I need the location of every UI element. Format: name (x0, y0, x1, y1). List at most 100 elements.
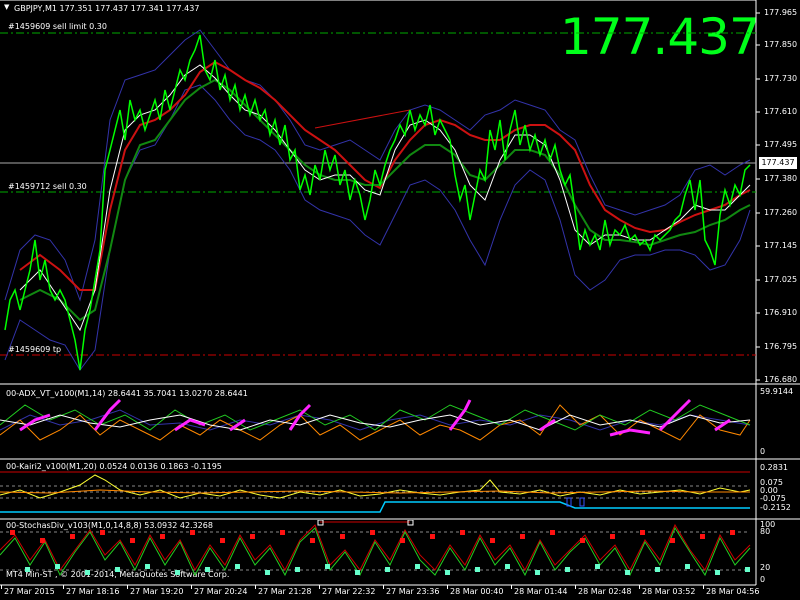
stoch-low-marker (355, 570, 360, 575)
stoch-high-marker (640, 530, 645, 535)
price-axis-label: 177.610 (764, 107, 798, 116)
time-axis-tick (703, 585, 704, 589)
stoch-high-marker (160, 534, 165, 539)
stoch-high-marker (580, 538, 585, 543)
stochas-axis-label: 80 (760, 527, 771, 536)
stoch-low-marker (55, 564, 60, 569)
adx-orange-line (0, 404, 751, 441)
time-axis-tick (511, 585, 512, 589)
stoch-high-marker (100, 530, 105, 535)
stoch-high-marker (70, 534, 75, 539)
stoch-high-marker (430, 534, 435, 539)
stoch-low-marker (325, 564, 330, 569)
ma-red (19, 60, 751, 291)
stoch-low-marker (535, 570, 540, 575)
stochas-subwindow[interactable] (0, 520, 756, 585)
stoch-low-marker (145, 564, 150, 569)
stoch-high-marker (340, 534, 345, 539)
kairi-axis-label: -0.2152 (760, 503, 791, 512)
time-axis-tick (383, 585, 384, 589)
time-axis-label: 27 Mar 20:24 (194, 587, 248, 596)
stoch-high-marker (730, 530, 735, 535)
price-axis-label: 177.145 (764, 241, 798, 250)
time-axis-label: 27 Mar 22:32 (322, 587, 376, 596)
price-axis-label: 176.795 (764, 342, 798, 351)
stoch-low-marker (445, 570, 450, 575)
stochas-axis-label: 20 (760, 563, 771, 572)
ma-green (19, 78, 751, 322)
time-axis-tick (63, 585, 64, 589)
price-axis-label: 177.025 (764, 275, 798, 284)
stoch-low-marker (115, 567, 120, 572)
kairi-axis-label: 0.2831 (760, 463, 788, 472)
stoch-high-marker (190, 530, 195, 535)
price-axis-label: 177.495 (764, 140, 798, 149)
stoch-low-marker (205, 567, 210, 572)
stoch-high-marker (490, 538, 495, 543)
stoch-low-marker (25, 567, 30, 572)
adx-subwindow[interactable] (0, 385, 756, 458)
price-axis-label: 177.965 (764, 8, 798, 17)
time-axis-label: 27 Mar 23:36 (386, 587, 440, 596)
price-axis-label: 177.380 (764, 174, 798, 183)
price-axis-label: 176.680 (764, 375, 798, 384)
stoch-low-marker (595, 564, 600, 569)
stoch-high-marker (520, 534, 525, 539)
time-axis-label: 27 Mar 18:16 (66, 587, 120, 596)
stoch-high-marker (130, 538, 135, 543)
stoch-high-marker (460, 530, 465, 535)
time-axis-tick (1, 585, 2, 589)
stoch-low-marker (235, 564, 240, 569)
price-axis-ticks (756, 12, 760, 381)
time-axis-tick (127, 585, 128, 589)
stoch-low-marker (295, 567, 300, 572)
stoch-high-marker (40, 538, 45, 543)
kairi-blue-markers (566, 497, 585, 507)
price-line (4, 34, 751, 371)
stoch-low-marker (745, 567, 750, 572)
time-axis-tick (639, 585, 640, 589)
time-axis-tick (255, 585, 256, 589)
time-axis-label: 28 Mar 02:48 (578, 587, 632, 596)
stoch-high-marker (400, 538, 405, 543)
stoch-low-marker (85, 570, 90, 575)
stoch-low-marker (715, 570, 720, 575)
stoch-high-marker (220, 538, 225, 543)
stoch-high-marker (550, 530, 555, 535)
time-axis-label: 28 Mar 03:52 (642, 587, 696, 596)
lower-band (4, 84, 751, 371)
price-axis-label: 177.850 (764, 40, 798, 49)
kairi-subwindow[interactable] (0, 460, 756, 518)
order-connector-line (314, 109, 411, 129)
stoch-high-marker (250, 534, 255, 539)
stoch-low-marker (505, 564, 510, 569)
stoch-low-marker (415, 564, 420, 569)
stoch-low-marker (385, 567, 390, 572)
time-axis-label: 28 Mar 04:56 (706, 587, 760, 596)
stochas-axis-label: 0 (760, 575, 766, 584)
stoch-high-marker (310, 538, 315, 543)
time-axis-tick (191, 585, 192, 589)
price-axis-label: 176.910 (764, 308, 798, 317)
stoch-low-marker (565, 567, 570, 572)
stoch-low-marker (175, 570, 180, 575)
adx-axis-bottom: 0 (760, 447, 766, 456)
kairi-cyan-line (0, 501, 750, 513)
stoch-main-line (0, 526, 751, 577)
time-axis-tick (319, 585, 320, 589)
adx-axis-top: 59.9144 (760, 387, 794, 396)
time-axis-tick (447, 585, 448, 589)
stoch-high-marker (10, 530, 15, 535)
stoch-high-marker (670, 538, 675, 543)
time-axis-label: 27 Mar 2015 (4, 587, 55, 596)
stoch-high-marker (370, 530, 375, 535)
time-axis-label: 28 Mar 00:40 (450, 587, 504, 596)
time-axis-label: 28 Mar 01:44 (514, 587, 568, 596)
stoch-high-marker (280, 530, 285, 535)
time-axis-label: 27 Mar 21:28 (258, 587, 312, 596)
stoch-low-marker (475, 567, 480, 572)
stoch-high-marker (700, 534, 705, 539)
price-axis-label: 177.260 (764, 208, 798, 217)
current-price-tag: 177.437 (759, 157, 797, 169)
stoch-low-marker (685, 564, 690, 569)
